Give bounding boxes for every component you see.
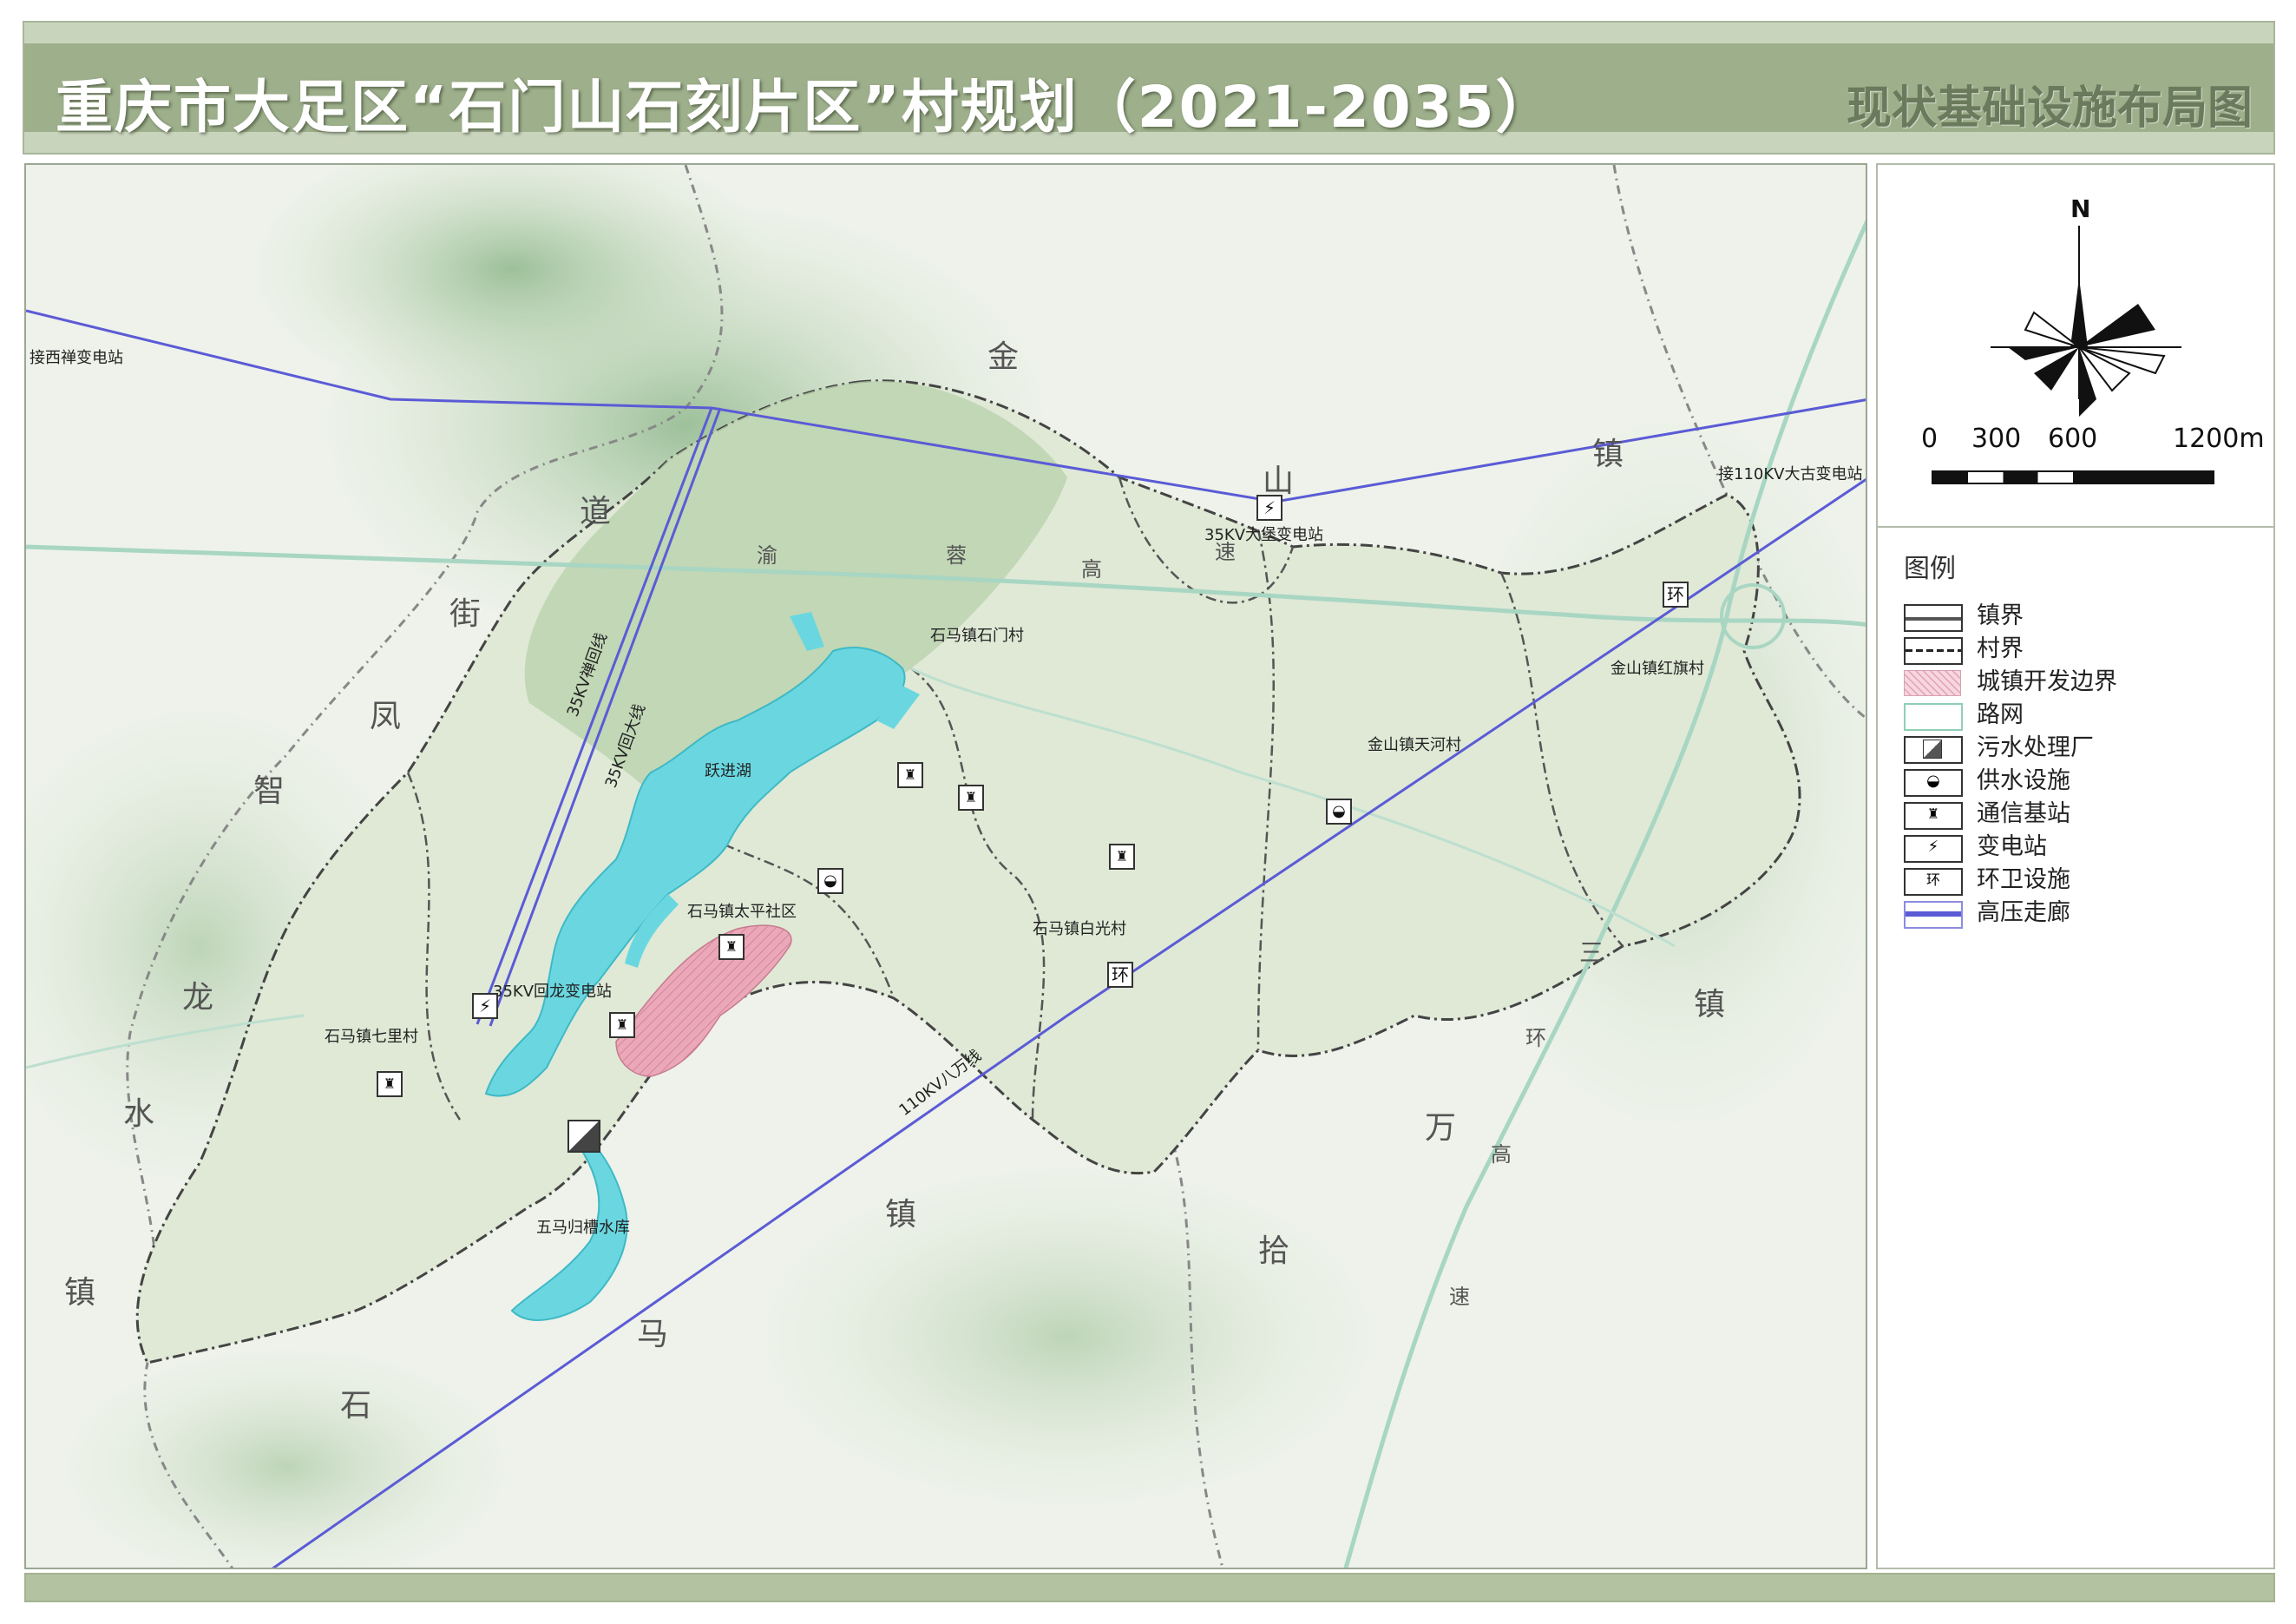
legend-symbol <box>1904 901 1963 929</box>
scale-tick: 600 <box>2048 424 2098 454</box>
map-canvas[interactable] <box>26 165 1867 1569</box>
town-char: 金 <box>987 339 1020 375</box>
highway-char: 高 <box>1081 557 1102 582</box>
page-title: 重庆市大足区“石门山石刻片区”村规划（2021-2035） <box>56 74 1555 141</box>
town-char: 镇 <box>1592 437 1624 472</box>
telecom-station-icon[interactable]: ♜ <box>718 934 745 960</box>
sanitation-icon: 环 <box>1904 868 1963 896</box>
village-label: 五马归槽水库 <box>536 1219 630 1237</box>
town-char: 龙 <box>182 980 214 1016</box>
town-char: 凤 <box>370 699 402 734</box>
scale-bar <box>1932 470 2214 484</box>
sewage-plant-icon[interactable] <box>567 1120 600 1153</box>
legend-symbol <box>1904 604 1963 632</box>
village-label: 跃进湖 <box>705 762 751 780</box>
scale-tick: 1200m <box>2173 424 2265 454</box>
water-supply-icon: ◒ <box>1904 769 1963 797</box>
highway-char: 环 <box>1525 1026 1546 1050</box>
sewage-plant-icon <box>1923 740 1942 759</box>
sanitation-icon[interactable]: 环 <box>1107 962 1133 988</box>
highway-char: 渝 <box>757 543 777 568</box>
telecom-station-icon[interactable]: ♜ <box>609 1012 635 1038</box>
town-char: 水 <box>123 1096 155 1132</box>
legend-title: 图例 <box>1904 554 1956 584</box>
substation-icon: ⚡ <box>1904 835 1963 863</box>
village-label: 石马镇石门村 <box>930 627 1024 645</box>
legend-symbol <box>1904 736 1963 764</box>
station-label: 35KV回龙变电站 <box>493 983 613 1001</box>
town-char: 拾 <box>1258 1233 1290 1269</box>
scale-tick: 0 <box>1921 424 1938 454</box>
water-supply-icon[interactable]: ◒ <box>1326 799 1352 825</box>
village-label: 金山镇红旗村 <box>1610 660 1704 678</box>
scale-tick: 300 <box>1971 424 2022 454</box>
station-label: 接110KV大古变电站 <box>1718 465 1863 483</box>
sanitation-icon[interactable]: 环 <box>1663 582 1689 608</box>
legend-item-urban-boundary: 城镇开发边界 <box>1904 667 2251 698</box>
town-char: 石 <box>340 1388 372 1423</box>
relief-hill <box>755 1163 1380 1510</box>
legend-symbol <box>1904 637 1963 665</box>
town-char: 道 <box>580 494 612 529</box>
legend-symbol <box>1904 703 1963 731</box>
legend-symbol <box>1904 670 1961 696</box>
telecom-station-icon[interactable]: ♜ <box>958 785 984 811</box>
legend-item-town-boundary: 镇界 <box>1904 601 2251 632</box>
town-char: 镇 <box>64 1275 96 1311</box>
legend-item-sewage: 污水处理厂 <box>1904 733 2251 764</box>
compass-arrow-north <box>2070 278 2088 347</box>
town-char: 智 <box>253 773 285 809</box>
footer-bar <box>24 1573 2275 1602</box>
village-label: 石马镇七里村 <box>325 1028 418 1046</box>
legend-item-sanitation: 环 环卫设施 <box>1904 865 2251 896</box>
town-char: 街 <box>449 596 482 632</box>
station-label: 接西禅变电站 <box>30 349 123 367</box>
village-label: 金山镇天河村 <box>1368 736 1461 754</box>
town-char: 镇 <box>1694 987 1726 1022</box>
highway-char: 高 <box>1491 1142 1512 1167</box>
substation-icon[interactable]: ⚡ <box>472 993 498 1019</box>
town-char: 镇 <box>885 1197 917 1233</box>
town-char: 万 <box>1425 1110 1457 1146</box>
telecom-station-icon[interactable]: ♜ <box>897 762 923 788</box>
legend-item-hv-corridor: 高压走廊 <box>1904 897 2251 929</box>
water-supply-icon[interactable]: ◒ <box>817 868 843 894</box>
village-label: 石马镇白光村 <box>1033 920 1126 938</box>
header: 重庆市大足区“石门山石刻片区”村规划（2021-2035） 现状基础设施布局图 <box>23 21 2275 155</box>
highway-char: 速 <box>1449 1285 1470 1309</box>
legend-item-village-boundary: 村界 <box>1904 634 2251 665</box>
side-panel: N 0 300 600 1200m 图例 镇界 村界 城镇开发边界 路网 污水处… <box>1876 163 2275 1569</box>
town-char: 三 <box>1579 938 1604 967</box>
compass-box: N 0 300 600 1200m <box>1878 165 2273 528</box>
telecom-station-icon[interactable]: ♜ <box>377 1071 403 1097</box>
legend-item-water: ◒ 供水设施 <box>1904 766 2251 797</box>
town-char: 马 <box>637 1317 669 1352</box>
legend-item-road: 路网 <box>1904 700 2251 731</box>
page-subtitle: 现状基础设施布局图 <box>1846 82 2253 135</box>
village-label: 石马镇太平社区 <box>687 903 797 921</box>
highway-char: 蓉 <box>946 543 967 568</box>
station-label: 35KV大堡变电站 <box>1204 526 1324 544</box>
telecom-station-icon[interactable]: ♜ <box>1109 844 1135 870</box>
legend-item-substation: ⚡ 变电站 <box>1904 832 2251 863</box>
map-frame[interactable]: 金 山 镇 道 街 凤 智 龙 水 镇 石 马 镇 拾 万 镇 三 渝 蓉 高 … <box>24 163 1867 1569</box>
legend-item-telecom: ♜ 通信基站 <box>1904 799 2251 830</box>
telecom-station-icon: ♜ <box>1904 802 1963 830</box>
substation-icon[interactable]: ⚡ <box>1256 495 1282 521</box>
